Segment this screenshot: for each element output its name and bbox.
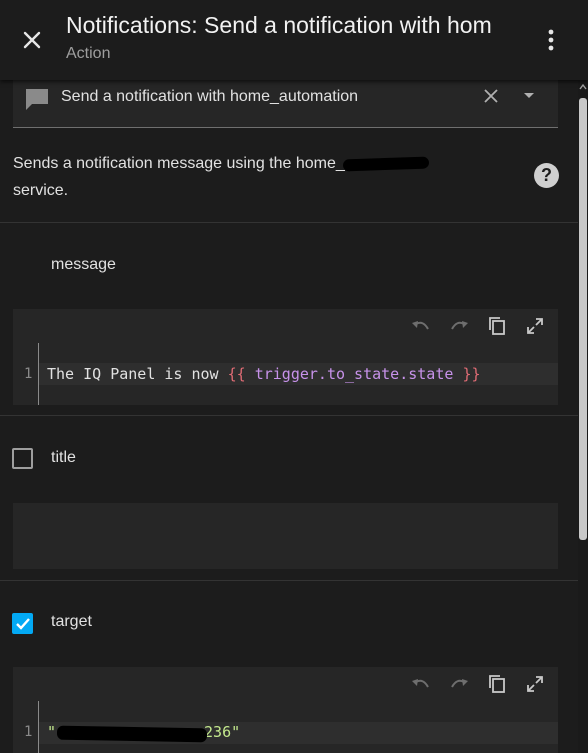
message-code[interactable]: The IQ Panel is now {{ trigger.to_state.… <box>47 365 481 383</box>
divider <box>0 222 578 223</box>
dialog-subtitle: Action <box>66 45 111 62</box>
description-line-1: Sends a notification message using the h… <box>13 155 345 172</box>
message-editor[interactable]: 1 The IQ Panel is now {{ trigger.to_stat… <box>13 309 558 405</box>
redaction-mark <box>342 156 429 172</box>
target-checkbox[interactable] <box>12 613 33 634</box>
overflow-menu-button[interactable] <box>536 24 566 56</box>
target-editor[interactable]: 1 " 236" <box>13 667 558 753</box>
undo-button[interactable] <box>408 313 434 339</box>
fullscreen-button[interactable] <box>522 313 548 339</box>
title-checkbox[interactable] <box>12 448 33 469</box>
dialog-header: Notifications: Send a notification with … <box>0 0 588 80</box>
title-input[interactable] <box>13 503 558 569</box>
redo-icon <box>451 321 468 330</box>
copy-icon <box>489 317 505 335</box>
action-dialog: Notifications: Send a notification with … <box>0 0 588 753</box>
divider <box>0 580 578 581</box>
redo-button[interactable] <box>446 671 472 697</box>
line-number: 1 <box>24 366 33 382</box>
clear-icon <box>484 89 498 103</box>
description-line-2: service. <box>13 182 69 199</box>
menu-down-icon <box>524 93 534 98</box>
fullscreen-icon <box>527 318 543 334</box>
title-label: title <box>51 449 76 466</box>
help-circle-icon[interactable]: ? <box>534 163 559 188</box>
undo-button[interactable] <box>408 671 434 697</box>
close-icon <box>23 31 41 49</box>
check-icon <box>15 617 30 630</box>
target-label: target <box>51 613 92 630</box>
copy-button[interactable] <box>484 671 510 697</box>
redo-icon <box>451 679 468 688</box>
scroll-up-button[interactable] <box>578 80 588 94</box>
template-open: {{ <box>227 365 246 383</box>
redaction-mark <box>56 725 208 743</box>
clear-button[interactable] <box>479 84 503 108</box>
action-picker[interactable]: Send a notification with home_automation <box>13 80 558 128</box>
template-close: }} <box>462 365 481 383</box>
copy-button[interactable] <box>484 313 510 339</box>
chevron-up-icon <box>579 84 587 90</box>
fullscreen-icon <box>527 676 543 692</box>
dialog-title: Notifications: Send a notification with … <box>66 12 492 38</box>
action-description: Sends a notification message using the h… <box>13 150 483 204</box>
fullscreen-button[interactable] <box>522 671 548 697</box>
code-tail: 236" <box>204 723 241 741</box>
scrollbar[interactable] <box>578 80 588 753</box>
undo-icon <box>412 321 429 330</box>
divider <box>0 415 578 416</box>
message-label: message <box>51 256 116 273</box>
editor-toolbar <box>408 667 558 701</box>
editor-toolbar <box>408 309 558 343</box>
code-quote: " <box>47 723 57 741</box>
copy-icon <box>489 675 505 693</box>
dropdown-button[interactable] <box>518 84 540 108</box>
picker-value: Send a notification with home_automation <box>61 88 359 105</box>
template-variable: trigger.to_state.state <box>245 365 463 383</box>
message-icon <box>26 89 48 110</box>
undo-icon <box>412 679 429 688</box>
line-number: 1 <box>24 724 33 740</box>
scroll-thumb[interactable] <box>579 98 587 540</box>
dots-vertical-icon <box>548 29 554 51</box>
code-text: The IQ Panel is now <box>47 365 228 383</box>
redo-button[interactable] <box>446 313 472 339</box>
close-button[interactable] <box>14 22 50 58</box>
dialog-content: Send a notification with home_automation… <box>0 80 578 753</box>
